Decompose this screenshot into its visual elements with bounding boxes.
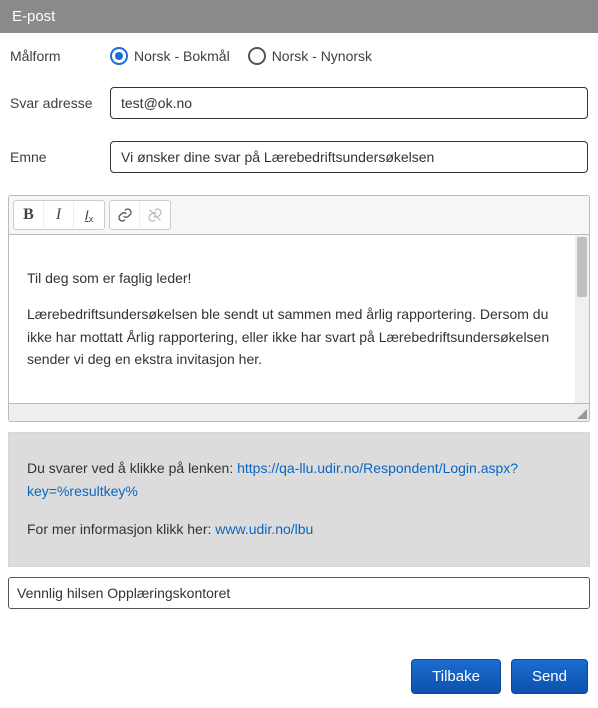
panel-header: E-post <box>0 0 598 33</box>
radio-label-nynorsk: Norsk - Nynorsk <box>272 48 372 64</box>
row-svar: Svar adresse <box>10 87 588 119</box>
link-icon <box>117 207 133 223</box>
resize-grip-icon[interactable] <box>577 409 587 419</box>
scrollbar[interactable] <box>575 235 589 403</box>
send-button[interactable]: Send <box>511 659 588 694</box>
label-emne: Emne <box>10 149 110 165</box>
radio-bokmal[interactable]: Norsk - Bokmål <box>110 47 230 65</box>
unlink-button[interactable] <box>140 201 170 229</box>
back-button[interactable]: Tilbake <box>411 659 501 694</box>
radio-group-malform: Norsk - Bokmål Norsk - Nynorsk <box>110 47 372 65</box>
unlink-icon <box>147 207 163 223</box>
radio-label-bokmal: Norsk - Bokmål <box>134 48 230 64</box>
label-malform: Målform <box>10 48 110 64</box>
info-line-2: For mer informasjon klikk her: www.udir.… <box>27 518 571 542</box>
reply-address-input[interactable] <box>110 87 588 119</box>
link-button[interactable] <box>110 201 140 229</box>
editor-paragraph: Til deg som er faglig leder! <box>27 267 567 289</box>
radio-icon <box>248 47 266 65</box>
subject-input[interactable] <box>110 141 588 173</box>
editor-resize-bar <box>8 404 590 422</box>
bold-button[interactable]: B <box>14 201 44 229</box>
info-box: Du svarer ved å klikke på lenken: https:… <box>8 432 590 567</box>
panel-title: E-post <box>12 8 55 25</box>
rich-editor: B I Ix Til deg som er faglig leder! Lære… <box>8 195 590 422</box>
editor-toolbar: B I Ix <box>8 195 590 235</box>
info-line-1: Du svarer ved å klikke på lenken: https:… <box>27 457 571 505</box>
editor-paragraph: Lærebedriftsundersøkelsen ble sendt ut s… <box>27 303 567 370</box>
editor-body[interactable]: Til deg som er faglig leder! Lærebedrift… <box>8 235 590 404</box>
italic-button[interactable]: I <box>44 201 74 229</box>
row-malform: Målform Norsk - Bokmål Norsk - Nynorsk <box>10 47 588 65</box>
signature-input[interactable] <box>8 577 590 609</box>
more-info-link[interactable]: www.udir.no/lbu <box>215 521 313 537</box>
clear-format-button[interactable]: Ix <box>74 201 104 229</box>
radio-nynorsk[interactable]: Norsk - Nynorsk <box>248 47 372 65</box>
row-emne: Emne <box>10 141 588 173</box>
radio-icon <box>110 47 128 65</box>
info-text: For mer informasjon klikk her: <box>27 521 215 537</box>
label-svar: Svar adresse <box>10 95 110 111</box>
info-text: Du svarer ved å klikke på lenken: <box>27 460 237 476</box>
